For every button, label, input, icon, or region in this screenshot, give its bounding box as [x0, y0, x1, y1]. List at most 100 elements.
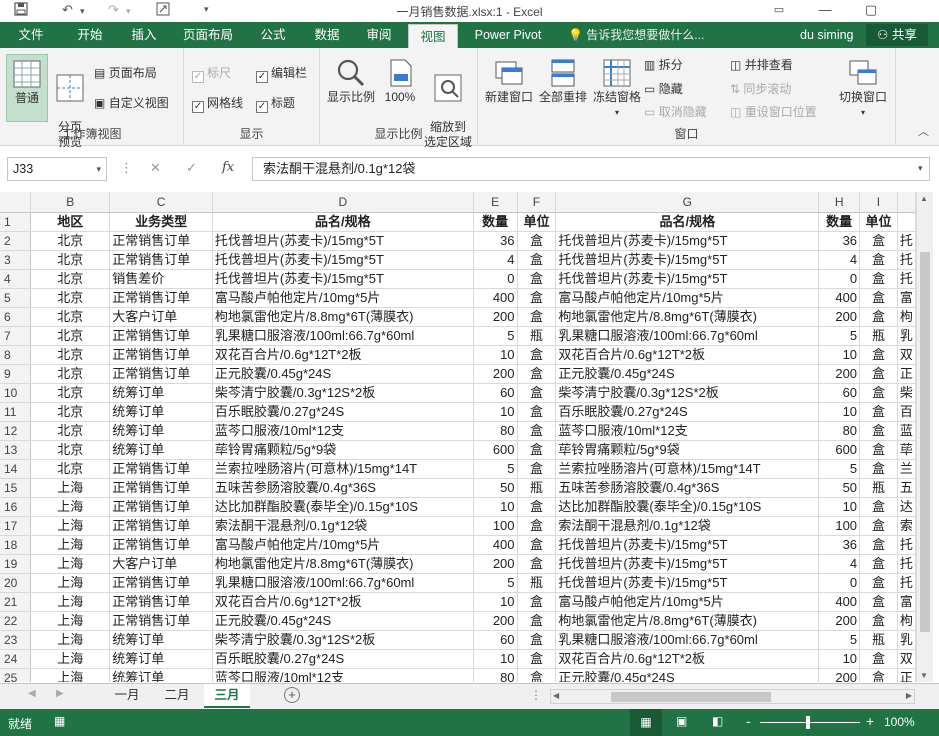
unhide-button[interactable]: ▭ 取消隐藏 — [644, 103, 707, 120]
cell[interactable]: 200 — [473, 611, 518, 631]
switch-windows-button[interactable]: 切换窗口 ▾ — [834, 54, 892, 126]
cell[interactable]: 索法酮干混悬剂/0.1g*12袋 — [555, 516, 820, 536]
cell[interactable]: 达比加群酯胶囊(泰毕全)/0.15g*10S — [555, 497, 820, 517]
cell[interactable]: 托 — [897, 554, 916, 574]
cell[interactable]: 盒 — [859, 592, 898, 612]
cell[interactable]: 瓶 — [517, 326, 557, 346]
cell[interactable]: 200 — [818, 307, 861, 327]
cell[interactable]: 盒 — [517, 383, 557, 403]
cell[interactable]: 0 — [818, 573, 861, 593]
cell[interactable]: 上海 — [30, 630, 111, 650]
cell[interactable]: 盒 — [517, 250, 557, 270]
cell[interactable]: 托伐普坦片(苏麦卡)/15mg*5T — [555, 573, 820, 593]
split-button[interactable]: ▥ 拆分 — [644, 56, 683, 73]
cell[interactable]: 上海 — [30, 573, 111, 593]
cell[interactable]: 双花百合片/0.6g*12T*2板 — [555, 649, 820, 669]
row-header[interactable]: 11 — [0, 402, 32, 422]
cell[interactable]: 36 — [473, 231, 518, 251]
sheet-tab-jan[interactable]: 一月 — [104, 684, 150, 708]
insert-function-icon[interactable]: fx — [222, 157, 234, 181]
cell[interactable]: 柴芩清宁胶囊/0.3g*12S*2板 — [212, 630, 474, 650]
scroll-right-icon[interactable]: ▶ — [906, 691, 912, 700]
zoom-level[interactable]: 100% — [884, 715, 915, 729]
cell[interactable]: 北京 — [30, 231, 111, 251]
cell[interactable]: 盒 — [859, 307, 898, 327]
hide-button[interactable]: ▭ 隐藏 — [644, 80, 683, 97]
cell[interactable]: 统筹订单 — [109, 630, 213, 650]
cell[interactable]: 盒 — [517, 402, 557, 422]
enter-icon[interactable]: ✓ — [186, 157, 197, 181]
column-header[interactable]: G — [555, 192, 820, 213]
cell[interactable]: 盒 — [517, 611, 557, 631]
cell[interactable]: 蓝芩口服液/10ml*12支 — [212, 668, 474, 682]
cell[interactable]: 上海 — [30, 478, 111, 498]
column-header[interactable]: F — [517, 192, 557, 213]
cell[interactable]: 上海 — [30, 649, 111, 669]
cell[interactable]: 正常销售订单 — [109, 345, 213, 365]
cell[interactable]: 荜 — [897, 440, 916, 460]
cell[interactable]: 盒 — [859, 231, 898, 251]
cell[interactable]: 统筹订单 — [109, 402, 213, 422]
cell[interactable]: 正元胶囊/0.45g*24S — [212, 364, 474, 384]
cell[interactable]: 盒 — [517, 345, 557, 365]
tab-page-layout[interactable]: 页面布局 — [174, 22, 242, 48]
cell[interactable]: 富马酸卢帕他定片/10mg*5片 — [555, 592, 820, 612]
cell[interactable]: 盒 — [859, 573, 898, 593]
cell[interactable]: 北京 — [30, 307, 111, 327]
row-header[interactable]: 8 — [0, 345, 32, 365]
column-header[interactable]: H — [818, 192, 861, 213]
cell[interactable]: 北京 — [30, 421, 111, 441]
cell[interactable]: 瓶 — [517, 573, 557, 593]
cell[interactable]: 盒 — [517, 592, 557, 612]
share-button[interactable]: ⚇ 共享 — [866, 24, 928, 46]
vertical-scroll-thumb[interactable] — [920, 252, 930, 632]
row-header[interactable]: 7 — [0, 326, 32, 346]
cancel-icon[interactable]: ✕ — [150, 157, 161, 181]
cell[interactable]: 北京 — [30, 345, 111, 365]
cell[interactable]: 统筹订单 — [109, 383, 213, 403]
cell[interactable]: 富马酸卢帕他定片/10mg*5片 — [212, 535, 474, 555]
horizontal-scroll-thumb[interactable] — [611, 692, 771, 702]
cell[interactable]: 盒 — [859, 668, 898, 682]
cell[interactable]: 托 — [897, 573, 916, 593]
header-cell[interactable] — [897, 212, 916, 232]
cell[interactable]: 80 — [473, 668, 518, 682]
tab-scroll-left-icon[interactable]: ◀ — [28, 688, 36, 699]
cell[interactable]: 5 — [473, 459, 518, 479]
cell[interactable]: 盒 — [517, 649, 557, 669]
cell[interactable]: 瓶 — [859, 630, 898, 650]
new-window-button[interactable]: 新建窗口 — [482, 54, 536, 118]
tell-me-box[interactable]: 💡 告诉我您想要做什么... — [568, 22, 704, 48]
cell[interactable]: 双花百合片/0.6g*12T*2板 — [212, 345, 474, 365]
column-header[interactable]: C — [109, 192, 213, 213]
tab-split-icon[interactable]: ⋮ — [530, 688, 542, 702]
sheet-tab-mar[interactable]: 三月 — [204, 684, 250, 708]
cell[interactable]: 盒 — [859, 459, 898, 479]
header-cell[interactable]: 数量 — [818, 212, 861, 232]
zoom-in-button[interactable]: + — [866, 713, 874, 729]
zoom-slider-thumb[interactable] — [806, 716, 810, 729]
normal-view-button[interactable]: 普通 — [6, 54, 48, 122]
cell[interactable]: 盒 — [517, 364, 557, 384]
cell[interactable]: 正常销售订单 — [109, 535, 213, 555]
cell[interactable]: 枸 — [897, 611, 916, 631]
cell[interactable]: 盒 — [517, 231, 557, 251]
cell[interactable]: 北京 — [30, 250, 111, 270]
cell[interactable]: 400 — [818, 288, 861, 308]
ribbon-display-button[interactable]: ▭ — [756, 0, 802, 22]
normal-view-status-icon[interactable]: ▦ — [630, 709, 662, 736]
cell[interactable]: 盒 — [517, 288, 557, 308]
cell[interactable]: 盒 — [859, 383, 898, 403]
cell[interactable]: 乳果糖口服溶液/100ml:66.7g*60ml — [555, 630, 820, 650]
cell[interactable]: 托伐普坦片(苏麦卡)/15mg*5T — [555, 554, 820, 574]
cell[interactable]: 统筹订单 — [109, 668, 213, 682]
sheet-tab-feb[interactable]: 二月 — [154, 684, 200, 708]
row-header[interactable]: 20 — [0, 573, 32, 593]
cell[interactable]: 瓶 — [517, 478, 557, 498]
vertical-scrollbar[interactable]: ▲ ▼ — [916, 192, 933, 682]
cell[interactable]: 乳果糖口服溶液/100ml:66.7g*60ml — [212, 326, 474, 346]
row-header[interactable]: 12 — [0, 421, 32, 441]
cell[interactable]: 盒 — [517, 535, 557, 555]
cell[interactable]: 200 — [473, 307, 518, 327]
cell[interactable]: 10 — [818, 649, 861, 669]
